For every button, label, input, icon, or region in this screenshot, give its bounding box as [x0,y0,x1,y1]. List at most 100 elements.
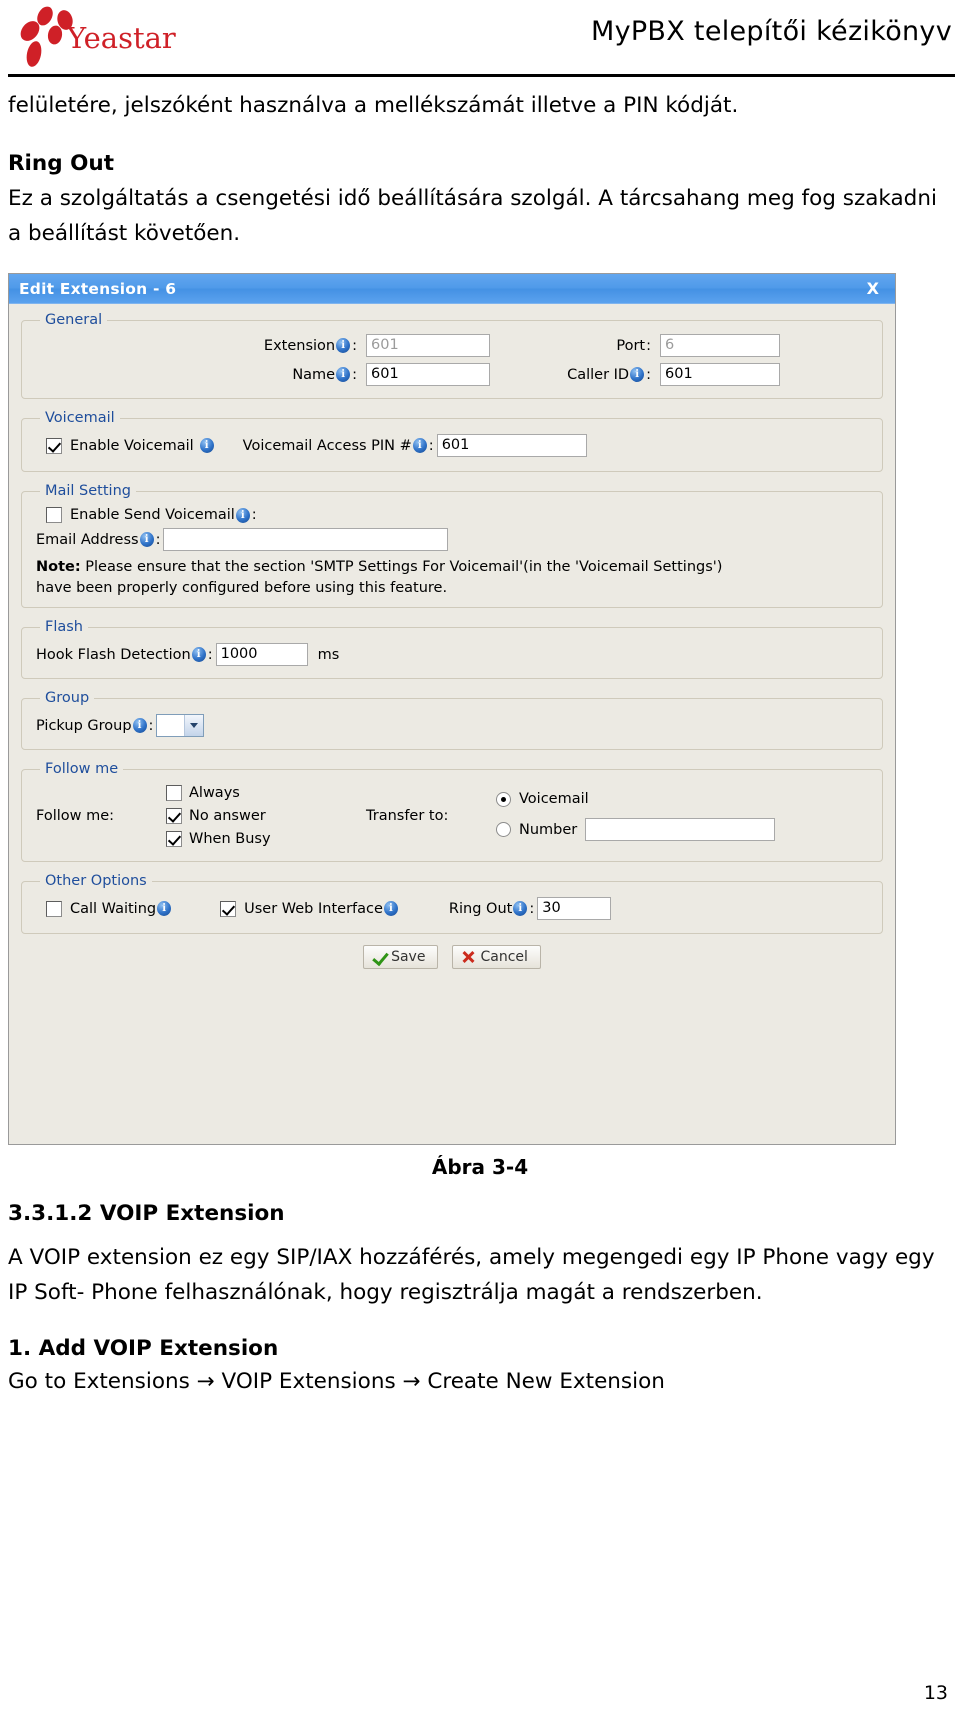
save-button[interactable]: Save [363,945,439,969]
when-busy-label: When Busy [189,831,271,847]
email-address-input[interactable] [163,528,449,551]
ring-out-paragraph: Ez a szolgáltatás a csengetési idő beáll… [8,186,937,246]
manual-title: MyPBX telepítői kézikönyv [590,16,952,47]
info-icon[interactable]: i [630,367,645,382]
user-web-interface-checkbox[interactable] [220,900,237,917]
info-icon[interactable]: i [336,367,351,382]
close-icon[interactable]: X [863,279,883,298]
follow-me-row-label: Follow me: [36,808,115,824]
extension-input[interactable]: 601 [366,334,490,357]
save-button-label: Save [391,949,426,965]
number-input[interactable] [585,818,776,841]
info-icon[interactable]: i [336,338,351,353]
mail-setting-legend: Mail Setting [45,483,131,499]
when-busy-checkbox[interactable] [166,831,182,847]
voicemail-pin-input[interactable]: 601 [436,434,587,457]
number-radio-label: Number [519,821,578,838]
pickup-group-select[interactable] [156,714,205,737]
note-line-1: Please ensure that the section 'SMTP Set… [80,559,723,575]
colon: : [148,717,154,734]
colon: : [155,531,161,548]
enable-voicemail-checkbox[interactable] [46,437,62,454]
voicemail-radio-label: Voicemail [519,791,589,807]
edit-extension-dialog: Edit Extension - 6 X General Extension i… [8,273,896,1145]
enable-send-voicemail-label: Enable Send Voicemail [70,507,235,523]
info-icon[interactable]: i [412,438,427,453]
general-legend: General [45,312,103,328]
group-group: Group Pickup Group i : [21,690,883,750]
voicemail-pin-label: Voicemail Access PIN # [242,437,412,454]
pickup-group-label: Pickup Group [36,717,132,734]
colon: : [428,437,434,454]
voicemail-radio[interactable] [496,791,511,807]
transfer-voicemail-row: Voicemail [496,791,775,807]
ring-out-input[interactable]: 30 [537,897,612,920]
figure-caption: Ábra 3-4 [431,1155,529,1179]
no-answer-label: No answer [189,808,266,824]
mail-setting-note: Note: Please ensure that the section 'SM… [36,557,872,599]
number-radio[interactable] [496,822,511,837]
enable-voicemail-label: Enable Voicemail [70,437,194,454]
name-label: Name [292,366,336,383]
info-icon[interactable]: i [132,718,147,733]
colon: : [352,337,357,354]
step-line: Go to Extensions → VOIP Extensions → Cre… [8,1369,665,1394]
dialog-button-row: Save Cancel [21,945,883,969]
call-waiting-checkbox[interactable] [46,900,62,917]
colon: : [207,646,213,663]
email-address-label: Email Address [36,531,139,548]
hook-flash-label: Hook Flash Detection [36,646,191,663]
enable-send-voicemail-checkbox[interactable] [46,507,62,523]
follow-me-legend: Follow me [45,761,119,777]
other-options-group: Other Options Call Waiting i User Web In… [21,873,883,934]
dialog-title: Edit Extension - 6 [19,279,177,298]
flash-group: Flash Hook Flash Detection i : 1000 ms [21,619,883,679]
extension-label: Extension [263,337,336,354]
name-input[interactable]: 601 [366,363,490,386]
colon: : [352,366,357,383]
general-group: General Extension i : 601 Port : 6 Name … [21,312,883,399]
info-icon[interactable]: i [513,901,528,916]
checkmark-icon [372,950,386,964]
hook-flash-input[interactable]: 1000 [215,643,308,666]
mail-setting-group: Mail Setting Enable Send Voicemail i : E… [21,483,883,608]
chevron-down-icon[interactable] [184,715,204,736]
page-header: Yeastar MyPBX telepítői kézikönyv [0,0,960,77]
info-icon[interactable]: i [139,532,154,547]
cancel-button[interactable]: Cancel [452,945,541,969]
info-icon[interactable]: i [191,647,206,662]
ring-out-label: Ring Out [448,900,513,917]
section-title: 3.3.1.2 VOIP Extension [8,1201,285,1226]
port-label: Port [616,337,646,354]
section-paragraph: A VOIP extension ez egy SIP/IAX hozzáfér… [8,1245,935,1305]
follow-me-whenbusy-row: When Busy [166,831,366,847]
info-icon[interactable]: i [199,438,214,453]
voicemail-group: Voicemail Enable Voicemail i Voicemail A… [21,410,883,472]
colon: : [251,507,257,523]
user-web-interface-label: User Web Interface [244,900,383,917]
follow-me-group: Follow me Follow me: Always No answer Wh… [21,761,883,862]
group-legend: Group [45,690,90,706]
pickup-group-value [157,715,184,736]
hook-flash-unit: ms [317,646,340,663]
ring-out-heading: Ring Out [8,151,114,176]
info-icon[interactable]: i [157,901,172,916]
info-icon[interactable]: i [235,507,250,523]
caller-id-input[interactable]: 601 [660,363,780,386]
voicemail-legend: Voicemail [45,410,115,426]
port-input[interactable]: 6 [660,334,780,357]
no-answer-checkbox[interactable] [166,808,182,824]
other-options-legend: Other Options [45,873,147,889]
close-x-icon [461,950,475,964]
svg-text:Yeastar: Yeastar [66,21,176,55]
intro-line-1: felületére, jelszóként használva a mellé… [8,93,739,118]
follow-me-always-row: Always [166,785,366,801]
colon: : [646,337,651,354]
always-checkbox[interactable] [166,785,182,801]
info-icon[interactable]: i [383,901,398,916]
caller-id-label: Caller ID [567,366,630,383]
flash-legend: Flash [45,619,83,635]
dialog-body: General Extension i : 601 Port : 6 Name … [9,304,895,1144]
header-divider [8,74,955,77]
